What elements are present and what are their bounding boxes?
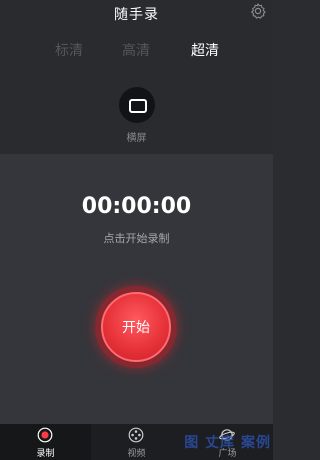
quality-option-uhd[interactable]: 超清 bbox=[191, 40, 219, 60]
tab-videos[interactable]: 视频 bbox=[91, 424, 182, 460]
quality-option-sd[interactable]: 标清 bbox=[55, 40, 83, 60]
record-timer: 00:00:00 bbox=[81, 194, 192, 219]
quality-option-hd[interactable]: 高清 bbox=[122, 40, 150, 60]
start-record-inner[interactable]: 开始 bbox=[101, 292, 171, 362]
quality-selector: 标清 高清 超清 bbox=[0, 40, 273, 60]
record-icon bbox=[37, 427, 53, 443]
top-panel: 随手录 标清 高清 超清 横屏 bbox=[0, 0, 273, 154]
gear-icon[interactable] bbox=[249, 2, 267, 20]
tab-record[interactable]: 录制 bbox=[0, 424, 91, 460]
watermark: 图 丈库 案例 bbox=[184, 435, 271, 451]
tab-videos-label: 视频 bbox=[127, 449, 146, 459]
app-screen: 随手录 标清 高清 超清 横屏 00:00:00 点击开始录制 开始 录制 视频… bbox=[0, 0, 273, 460]
app-title: 随手录 bbox=[114, 7, 159, 23]
orientation-label: 横屏 bbox=[126, 133, 147, 144]
start-record-label: 开始 bbox=[122, 320, 150, 336]
tab-record-label: 录制 bbox=[36, 449, 55, 459]
title-bar: 随手录 bbox=[0, 0, 273, 26]
orientation-button[interactable] bbox=[119, 87, 155, 123]
record-hint: 点击开始录制 bbox=[103, 232, 170, 245]
landscape-icon bbox=[129, 99, 147, 113]
start-record-button[interactable]: 开始 bbox=[95, 286, 177, 368]
film-reel-icon bbox=[128, 427, 144, 443]
recorder-panel: 00:00:00 点击开始录制 开始 bbox=[0, 154, 273, 424]
